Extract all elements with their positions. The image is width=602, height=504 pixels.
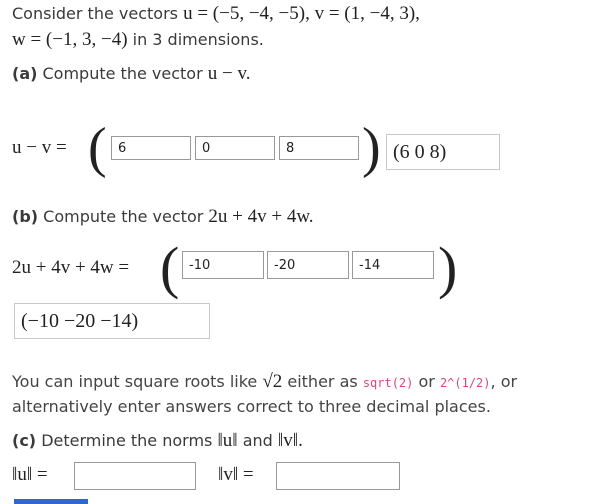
hint-code-power: 2^(1/2) (439, 376, 491, 390)
hint-code-sqrt: sqrt(2) (362, 376, 414, 390)
hint-line-2: alternatively enter answers correct to t… (12, 397, 491, 416)
part-b-label: (b) (12, 207, 39, 226)
intro-vector-w: w = (−1, 3, −4) (12, 29, 128, 50)
part-c-and: and (237, 431, 278, 450)
norm-v-input[interactable] (276, 462, 400, 490)
part-a-left-paren: ( (88, 117, 107, 179)
part-b-answer-preview: (−10 −20 −14) (14, 303, 210, 339)
part-b-input-2[interactable] (267, 251, 349, 279)
part-a-input-1[interactable] (111, 136, 191, 160)
intro-vectors-uv: u = (−5, −4, −5), v = (1, −4, 3), (183, 3, 420, 24)
part-a-answer-preview: (6 0 8) (386, 134, 500, 170)
hint-text-a: You can input square roots like (12, 372, 263, 391)
part-b-prompt-math: 2u + 4v + 4w. (208, 206, 314, 227)
part-b-prompt: (b) Compute the vector 2u + 4v + 4w. (12, 207, 314, 227)
part-a-prompt-math: u − v. (207, 63, 251, 84)
hint-line-1: You can input square roots like √2 eithe… (12, 372, 517, 393)
part-a-right-paren: ) (362, 117, 381, 179)
part-a-input-2[interactable] (195, 136, 275, 160)
part-c-lhs-u: ‖u‖ = (12, 464, 48, 485)
intro-line-2: w = (−1, 3, −4) in 3 dimensions. (12, 30, 264, 50)
part-b-prompt-text: Compute the vector (38, 207, 209, 226)
part-c-lhs-v: ‖v‖ = (218, 464, 254, 485)
focus-indicator-bar (14, 499, 88, 504)
hint-sqrt-example: √2 (262, 371, 283, 392)
hint-text-b: either as (282, 372, 363, 391)
intro-dimensions-text: in 3 dimensions. (127, 30, 264, 49)
part-c-norm-u: ‖u‖ (217, 430, 238, 451)
part-b-input-3[interactable] (352, 251, 434, 279)
intro-line-1: Consider the vectors u = (−5, −4, −5), v… (12, 4, 420, 24)
part-a-input-3[interactable] (279, 136, 359, 160)
part-c-norm-v: ‖v‖. (277, 430, 303, 451)
part-b-left-paren: ( (160, 235, 180, 300)
part-c-prompt-text: Determine the norms (36, 431, 218, 450)
part-c-prompt: (c) Determine the norms ‖u‖ and ‖v‖. (12, 431, 303, 451)
part-b-lhs: 2u + 4v + 4w = (12, 257, 130, 278)
hint-text-d: , or (490, 372, 518, 391)
part-c-label: (c) (12, 431, 37, 450)
part-a-label: (a) (12, 64, 38, 83)
part-b-input-1[interactable] (182, 251, 264, 279)
hint-text-c: or (413, 372, 440, 391)
part-a-prompt-text: Compute the vector (37, 64, 208, 83)
part-a-prompt: (a) Compute the vector u − v. (12, 64, 250, 84)
norm-u-input[interactable] (74, 462, 196, 490)
part-b-right-paren: ) (438, 235, 458, 300)
intro-text: Consider the vectors (12, 4, 184, 23)
part-a-lhs: u − v = (12, 137, 67, 158)
